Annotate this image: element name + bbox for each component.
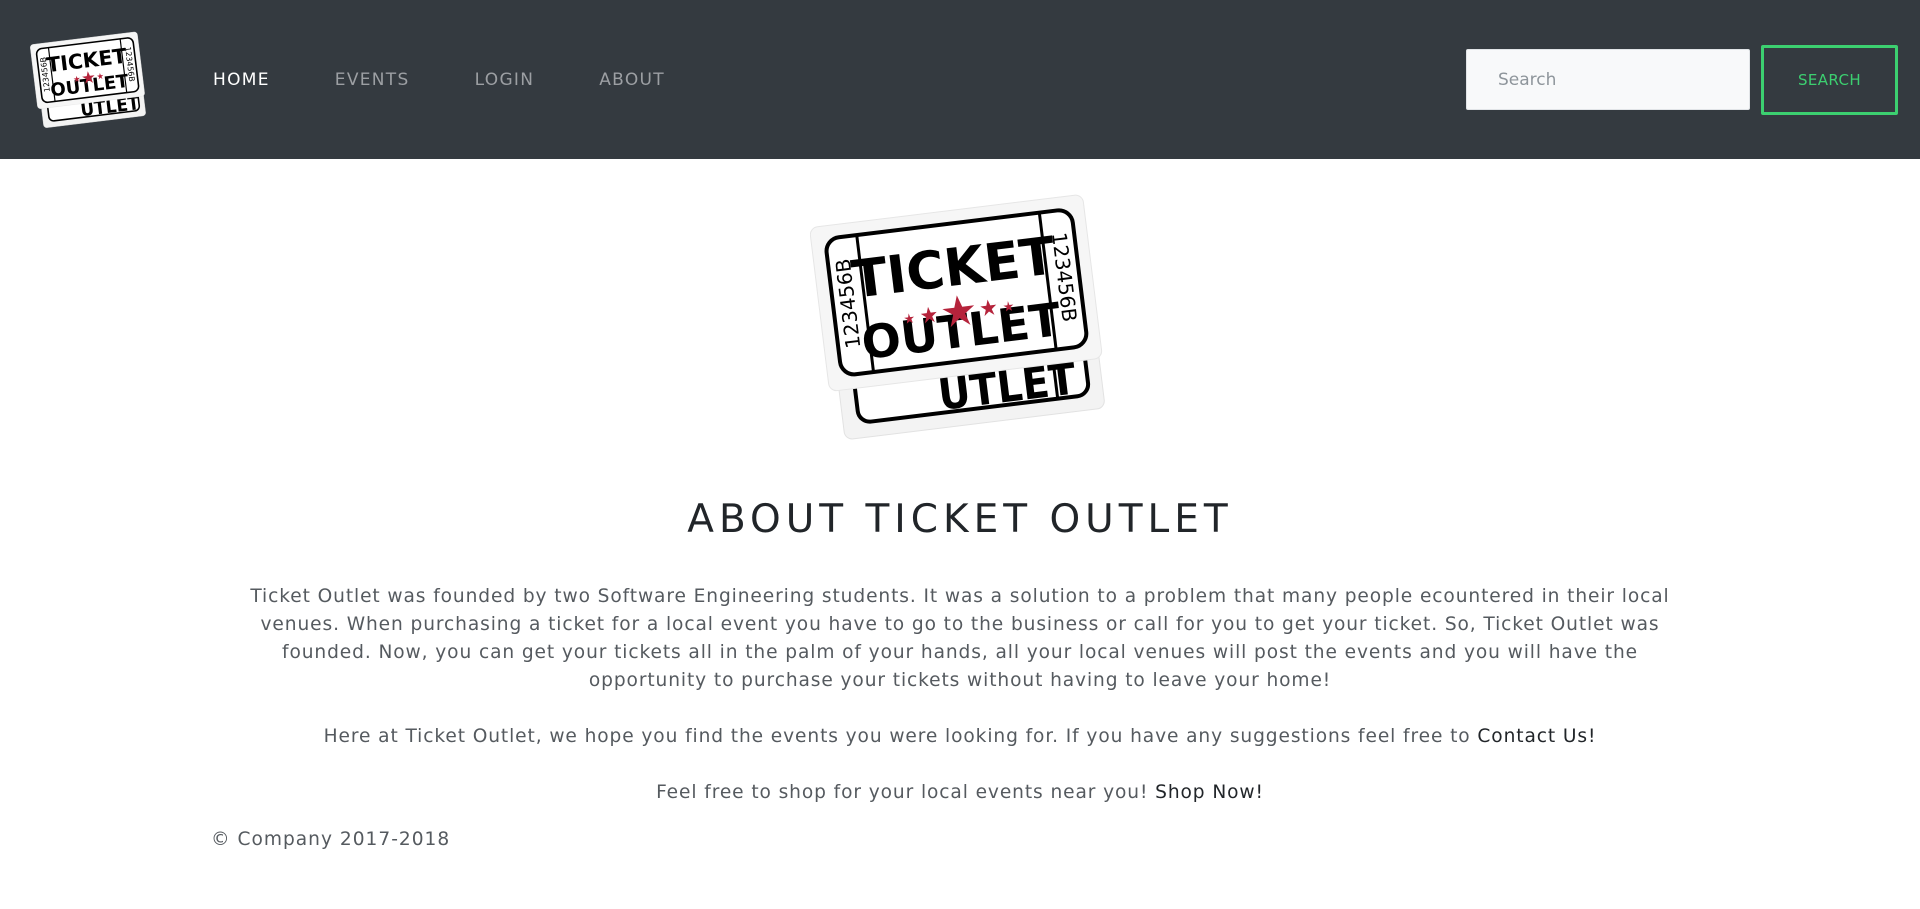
- search-button[interactable]: SEARCH: [1761, 45, 1898, 115]
- main-nav: HOME EVENTS LOGIN ABOUT: [213, 70, 730, 90]
- about-paragraph-3-text: Feel free to shop for your local events …: [656, 782, 1156, 803]
- ticket-logo-large-icon: UTLET TICKET OUTLET 123456B 123456B: [809, 194, 1105, 440]
- top-navbar: UTLET TICKET OUTLET 123456B 123456B HOME: [0, 0, 1920, 159]
- nav-home[interactable]: HOME: [213, 70, 270, 90]
- hero-ticket-logo: UTLET TICKET OUTLET 123456B 123456B: [809, 185, 1110, 450]
- search-input[interactable]: [1466, 49, 1750, 110]
- shop-now-link[interactable]: Shop Now!: [1155, 782, 1264, 803]
- nav-about[interactable]: ABOUT: [599, 70, 665, 90]
- page-title: ABOUT TICKET OUTLET: [687, 497, 1233, 542]
- ticket-logo-icon: UTLET TICKET OUTLET 123456B 123456B: [30, 31, 146, 128]
- contact-us-link[interactable]: Contact Us!: [1477, 726, 1596, 747]
- footer-copyright: © Company 2017-2018: [211, 829, 451, 850]
- nav-events[interactable]: EVENTS: [335, 70, 410, 90]
- about-paragraph-1: Ticket Outlet was founded by two Softwar…: [250, 586, 1670, 691]
- about-paragraph-3: Feel free to shop for your local events …: [230, 779, 1690, 807]
- nav-login[interactable]: LOGIN: [475, 70, 535, 90]
- about-paragraph-2: Here at Ticket Outlet, we hope you find …: [230, 723, 1690, 751]
- about-paragraph-2-text: Here at Ticket Outlet, we hope you find …: [323, 726, 1478, 747]
- brand-logo-link[interactable]: UTLET TICKET OUTLET 123456B 123456B: [18, 28, 160, 132]
